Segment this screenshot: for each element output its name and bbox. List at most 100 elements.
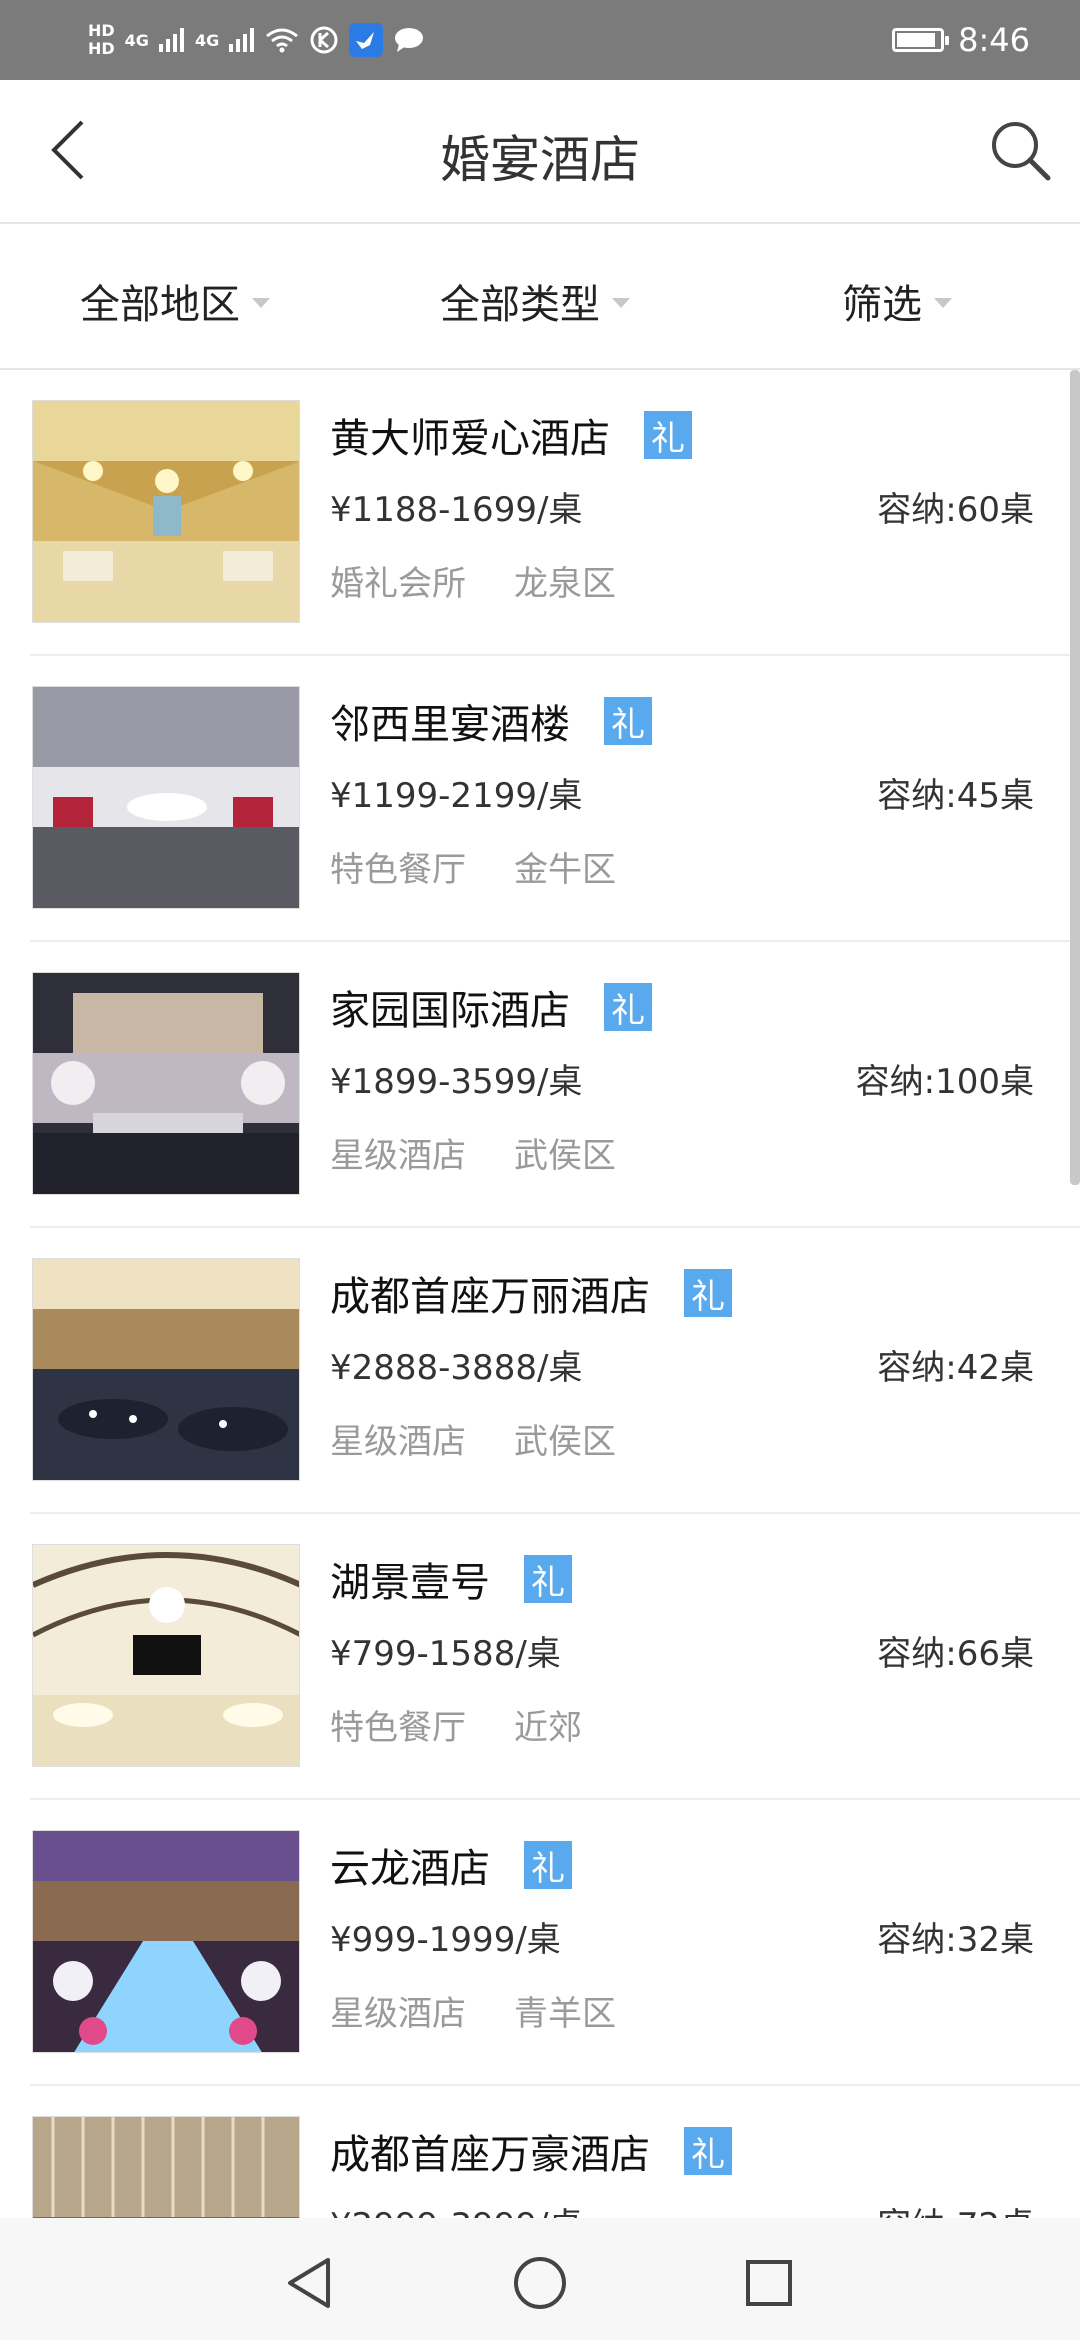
nav-recents-button[interactable]	[734, 2248, 804, 2318]
hotel-tags: 特色餐厅 金牛区	[330, 842, 616, 891]
hotel-name-row: 成都首座万豪酒店 礼	[330, 2122, 732, 2180]
nav-back-icon	[288, 2258, 330, 2308]
hotel-name-row: 云龙酒店 礼	[330, 1836, 572, 1894]
gift-badge: 礼	[684, 2127, 732, 2175]
hotel-name: 云龙酒店	[330, 1846, 490, 1892]
hotel-photo	[32, 1830, 300, 2053]
wifi-icon	[266, 28, 299, 53]
hotel-capacity: 容纳:66桌	[877, 1634, 1034, 1674]
network-type-2: 4G	[194, 30, 220, 50]
hotel-name: 黄大师爱心酒店	[330, 416, 610, 462]
gift-badge: 礼	[684, 1269, 732, 1317]
system-nav-bar	[0, 2218, 1080, 2340]
hotel-district: 武侯区	[514, 1422, 616, 1462]
gift-badge: 礼	[524, 1841, 572, 1889]
status-icons-left: HD HD 4G 4G	[88, 10, 425, 70]
search-icon	[992, 122, 1051, 181]
hotel-capacity: 容纳:60桌	[877, 490, 1034, 530]
hotel-district: 近郊	[514, 1708, 582, 1748]
hotel-district: 武侯区	[514, 1136, 616, 1176]
clock: 8:46	[958, 21, 1030, 59]
hotel-price: ¥2999-3999/桌	[330, 2198, 582, 2218]
hotel-photo	[32, 2116, 300, 2218]
hotel-capacity: 容纳:100桌	[855, 1062, 1034, 1102]
filter-bar: 全部地区 全部类型 筛选	[0, 224, 1080, 370]
network-type-1: 4G	[124, 30, 149, 50]
hotel-tags: 婚礼会所 龙泉区	[330, 556, 616, 605]
hotel-list-item[interactable]: 云龙酒店 礼 ¥999-1999/桌 容纳:32桌 星级酒店 青羊区	[30, 1800, 1080, 2086]
hd-label-1: HD	[88, 21, 115, 40]
hotel-list-item[interactable]: 成都首座万丽酒店 礼 ¥2888-3888/桌 容纳:42桌 星级酒店 武侯区	[30, 1228, 1080, 1514]
hotel-list-item[interactable]: 家园国际酒店 礼 ¥1899-3599/桌 容纳:100桌 星级酒店 武侯区	[30, 942, 1080, 1228]
hotel-list-item[interactable]: 黄大师爱心酒店 礼 ¥1188-1699/桌 容纳:60桌 婚礼会所 龙泉区	[30, 370, 1080, 656]
hotel-district: 金牛区	[514, 850, 616, 890]
bird-app-icon	[349, 23, 384, 57]
nav-back-button[interactable]	[274, 2248, 344, 2318]
hotel-name: 成都首座万丽酒店	[330, 1274, 650, 1320]
gift-badge: 礼	[524, 1555, 572, 1603]
scrollbar[interactable]	[1070, 370, 1080, 1185]
hotel-list-item[interactable]: 邻西里宴酒楼 礼 ¥1199-2199/桌 容纳:45桌 特色餐厅 金牛区	[30, 656, 1080, 942]
filter-type-label: 全部类型	[440, 282, 600, 328]
hotel-district: 龙泉区	[514, 564, 616, 604]
message-icon	[395, 28, 424, 52]
status-bar: HD HD 4G 4G 8:46	[0, 0, 1080, 80]
hotel-name-row: 家园国际酒店 礼	[330, 978, 652, 1036]
hotel-photo	[32, 686, 300, 909]
hotel-price: ¥1899-3599/桌	[330, 1062, 583, 1102]
hotel-district: 青羊区	[514, 1994, 616, 2034]
hotel-price: ¥799-1588/桌	[330, 1634, 561, 1674]
hotel-price: ¥999-1999/桌	[330, 1920, 561, 1960]
signal-icon	[158, 28, 184, 52]
hotel-name: 湖景壹号	[330, 1560, 490, 1606]
hotel-capacity: 容纳:32桌	[877, 1920, 1034, 1960]
gift-badge: 礼	[604, 697, 652, 745]
hotel-photo	[32, 972, 300, 1195]
battery-icon	[892, 28, 950, 52]
hotel-list-item[interactable]: 成都首座万豪酒店 礼 ¥2999-3999/桌 容纳:72桌	[30, 2086, 1080, 2218]
hotel-price: ¥1188-1699/桌	[330, 490, 583, 530]
hotel-type: 婚礼会所	[330, 564, 466, 604]
filter-more-label: 筛选	[842, 282, 922, 328]
gift-badge: 礼	[604, 983, 652, 1031]
hotel-type: 特色餐厅	[330, 1708, 466, 1748]
chevron-down-icon	[252, 298, 270, 308]
hd-label-2: HD	[88, 39, 115, 58]
page-title: 婚宴酒店	[440, 131, 640, 189]
hotel-photo	[32, 400, 300, 623]
hotel-price: ¥1199-2199/桌	[330, 776, 583, 816]
hotel-tags: 星级酒店 青羊区	[330, 1986, 616, 2035]
hotel-capacity: 容纳:72桌	[877, 2198, 1034, 2218]
filter-type[interactable]: 全部类型	[440, 272, 630, 330]
gift-badge: 礼	[644, 411, 692, 459]
hotel-name-row: 黄大师爱心酒店 礼	[330, 406, 692, 464]
hotel-tags: 特色餐厅 近郊	[330, 1700, 582, 1749]
hotel-name: 邻西里宴酒楼	[330, 702, 570, 748]
hotel-type: 星级酒店	[330, 1136, 466, 1176]
hotel-list-item[interactable]: 湖景壹号 礼 ¥799-1588/桌 容纳:66桌 特色餐厅 近郊	[30, 1514, 1080, 1800]
hotel-price: ¥2888-3888/桌	[330, 1348, 583, 1388]
hotel-list[interactable]: 黄大师爱心酒店 礼 ¥1188-1699/桌 容纳:60桌 婚礼会所 龙泉区 邻…	[0, 370, 1080, 2218]
hotel-capacity: 容纳:42桌	[877, 1348, 1034, 1388]
filter-region-label: 全部地区	[80, 282, 240, 328]
signal-icon-2	[229, 28, 255, 52]
chevron-down-icon	[934, 298, 952, 308]
filter-region[interactable]: 全部地区	[80, 272, 270, 330]
nav-recents-icon	[746, 2260, 792, 2306]
hotel-type: 星级酒店	[330, 1994, 466, 2034]
nav-home-button[interactable]	[505, 2248, 575, 2318]
hotel-capacity: 容纳:45桌	[877, 776, 1034, 816]
filter-more[interactable]: 筛选	[842, 272, 952, 330]
chevron-down-icon	[612, 298, 630, 308]
hotel-name-row: 邻西里宴酒楼 礼	[330, 692, 652, 750]
k-app-icon	[310, 26, 338, 54]
battery-fill	[897, 33, 935, 47]
hotel-name-row: 湖景壹号 礼	[330, 1550, 572, 1608]
status-icons-right: 8:46	[892, 0, 1030, 80]
hotel-photo	[32, 1258, 300, 1481]
hotel-photo	[32, 1544, 300, 1767]
hotel-tags: 星级酒店 武侯区	[330, 1414, 616, 1463]
hotel-tags: 星级酒店 武侯区	[330, 1128, 616, 1177]
search-button[interactable]	[980, 110, 1060, 190]
hotel-name: 家园国际酒店	[330, 988, 570, 1034]
